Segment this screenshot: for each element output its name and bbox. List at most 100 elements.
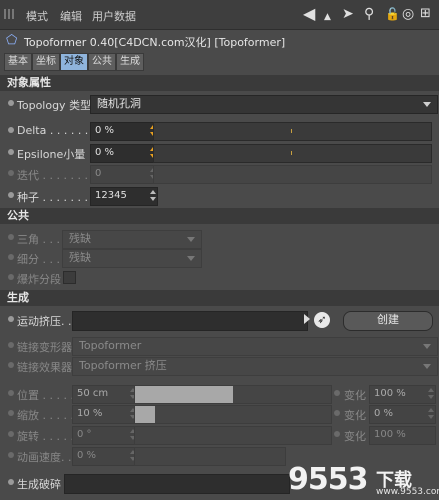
watermark-url: www.9553.com bbox=[376, 487, 439, 497]
row-link-effector: 链接效果器 Topoformer 挤压 bbox=[0, 356, 439, 376]
animate-dot[interactable] bbox=[8, 192, 14, 198]
scale-input[interactable]: 10 % bbox=[72, 405, 138, 424]
scale-slider-fill bbox=[135, 406, 155, 423]
animate-dot[interactable] bbox=[334, 390, 340, 396]
scale-label: 缩放 . . . . . bbox=[17, 409, 74, 422]
watermark-number: 9553 bbox=[288, 462, 368, 497]
arrow-left-icon[interactable]: ◀ bbox=[303, 6, 315, 22]
generate-break-label: 生成破碎 bbox=[17, 478, 61, 491]
seed-value: 12345 bbox=[95, 190, 127, 201]
animate-dot[interactable] bbox=[8, 127, 14, 133]
epsilon-label: Epsilone小量 bbox=[17, 148, 86, 161]
animate-dot[interactable] bbox=[8, 362, 14, 368]
object-title-bar: ⬠ Topoformer 0.40[C4DCN.com汉化] [Topoform… bbox=[0, 31, 439, 51]
chevron-down-icon bbox=[187, 237, 195, 242]
position-slider[interactable] bbox=[134, 385, 332, 404]
rotation-slider[interactable] bbox=[134, 426, 332, 445]
animate-dot[interactable] bbox=[334, 410, 340, 416]
topology-dropdown[interactable]: 随机孔洞 bbox=[90, 95, 438, 114]
row-anim-speed: 动画速度. . . 0 % bbox=[0, 446, 439, 466]
target-icon[interactable]: ◎ bbox=[402, 6, 414, 22]
animate-dot[interactable] bbox=[334, 431, 340, 437]
rotation-input[interactable]: 0 ° bbox=[72, 426, 138, 445]
tab-coord[interactable]: 坐标 bbox=[32, 53, 60, 71]
seed-input[interactable]: 12345 bbox=[90, 187, 158, 206]
chevron-down-icon bbox=[423, 102, 431, 107]
grip-icon bbox=[4, 9, 14, 19]
row-topology: Topology 类型 随机孔洞 bbox=[0, 94, 439, 114]
animate-dot[interactable] bbox=[8, 149, 14, 155]
pick-target-icon[interactable]: ➶ bbox=[314, 312, 330, 328]
motion-extrude-link-field[interactable] bbox=[72, 311, 308, 331]
scale-variation-value: 0 % bbox=[374, 408, 394, 419]
delta-slider[interactable] bbox=[153, 122, 432, 141]
chevron-down-icon bbox=[423, 344, 431, 349]
position-variation-stepper[interactable] bbox=[428, 387, 434, 400]
menu-bar: 模式 编辑 用户数据 ◀ ▲ ➤ ⚲ 🔓 ◎ ⊞ bbox=[0, 0, 439, 30]
position-variation-input[interactable]: 100 % bbox=[369, 385, 436, 404]
link-deformer-value: Topoformer bbox=[79, 339, 142, 352]
explode-label: 爆炸分段 bbox=[17, 273, 61, 286]
position-slider-fill bbox=[135, 386, 233, 403]
rotation-variation-input[interactable]: 100 % bbox=[369, 426, 436, 445]
row-scale: 缩放 . . . . . 10 % 变化 0 % bbox=[0, 404, 439, 424]
seed-stepper[interactable] bbox=[150, 189, 156, 202]
anim-speed-label: 动画速度. . . bbox=[17, 451, 79, 464]
scale-variation-input[interactable]: 0 % bbox=[369, 405, 436, 424]
topology-label: Topology 类型 bbox=[17, 99, 92, 112]
anim-speed-slider[interactable] bbox=[134, 447, 286, 466]
row-link-deformer: 链接变形器 Topoformer bbox=[0, 336, 439, 356]
epsilon-input[interactable]: 0 % bbox=[90, 144, 158, 163]
explode-checkbox[interactable] bbox=[63, 271, 76, 284]
row-triangle: 三角 . . . 残缺 bbox=[0, 228, 439, 249]
tab-object[interactable]: 对象 bbox=[60, 53, 88, 71]
tab-basic[interactable]: 基本 bbox=[4, 53, 32, 71]
epsilon-slider[interactable] bbox=[153, 144, 432, 163]
add-icon[interactable]: ⊞ bbox=[420, 6, 431, 22]
link-deformer-dropdown: Topoformer bbox=[72, 337, 438, 356]
object-title: Topoformer 0.40[C4DCN.com汉化] [Topoformer… bbox=[24, 36, 286, 49]
generate-break-link-field[interactable] bbox=[64, 474, 290, 494]
arrow-up-icon[interactable]: ▲ bbox=[324, 9, 331, 25]
row-generate-break: 生成破碎 bbox=[0, 473, 439, 494]
delta-value: 0 % bbox=[95, 125, 115, 136]
link-menu-arrow-icon[interactable] bbox=[304, 314, 310, 324]
animate-dot[interactable] bbox=[8, 410, 14, 416]
menu-edit[interactable]: 编辑 bbox=[60, 8, 82, 24]
animate-dot[interactable] bbox=[8, 274, 14, 280]
animate-dot[interactable] bbox=[8, 234, 14, 240]
animate-dot[interactable] bbox=[8, 390, 14, 396]
tab-generate[interactable]: 生成 bbox=[116, 53, 144, 71]
scale-variation-label: 变化 bbox=[344, 409, 366, 422]
search-icon[interactable]: ⚲ bbox=[364, 6, 374, 22]
animate-dot[interactable] bbox=[8, 479, 14, 485]
animate-dot[interactable] bbox=[8, 452, 14, 458]
chevron-down-icon bbox=[423, 364, 431, 369]
position-input[interactable]: 50 cm bbox=[72, 385, 138, 404]
animate-dot[interactable] bbox=[8, 342, 14, 348]
tab-common[interactable]: 公共 bbox=[88, 53, 116, 71]
section-object-properties: 对象属性 bbox=[0, 75, 439, 91]
row-subdivision: 细分 . . . 残缺 bbox=[0, 248, 439, 268]
animate-dot[interactable] bbox=[8, 100, 14, 106]
navigate-icon[interactable]: ➤ bbox=[342, 6, 354, 22]
link-effector-label: 链接效果器 bbox=[17, 361, 72, 374]
animate-dot[interactable] bbox=[8, 316, 14, 322]
lock-icon[interactable]: 🔓 bbox=[385, 6, 400, 22]
create-button[interactable]: 创建 bbox=[343, 311, 433, 331]
delta-input[interactable]: 0 % bbox=[90, 122, 158, 141]
scale-slider[interactable] bbox=[134, 405, 332, 424]
row-delta: Delta . . . . . . . . 0 % bbox=[0, 121, 439, 141]
animate-dot[interactable] bbox=[8, 431, 14, 437]
row-iterations: 迭代 . . . . . . . . . 0 bbox=[0, 164, 439, 184]
menu-mode[interactable]: 模式 bbox=[26, 8, 48, 24]
animate-dot[interactable] bbox=[8, 170, 14, 176]
scale-variation-stepper[interactable] bbox=[428, 407, 434, 420]
rotation-label: 旋转 . . . . . bbox=[17, 430, 74, 443]
menu-userdata[interactable]: 用户数据 bbox=[92, 8, 136, 24]
anim-speed-input[interactable]: 0 % bbox=[72, 447, 138, 466]
topology-value: 随机孔洞 bbox=[97, 97, 141, 110]
animate-dot[interactable] bbox=[8, 254, 14, 260]
row-position: 位置 . . . . . 50 cm 变化 100 % bbox=[0, 384, 439, 404]
row-explode: 爆炸分段 bbox=[0, 268, 439, 288]
